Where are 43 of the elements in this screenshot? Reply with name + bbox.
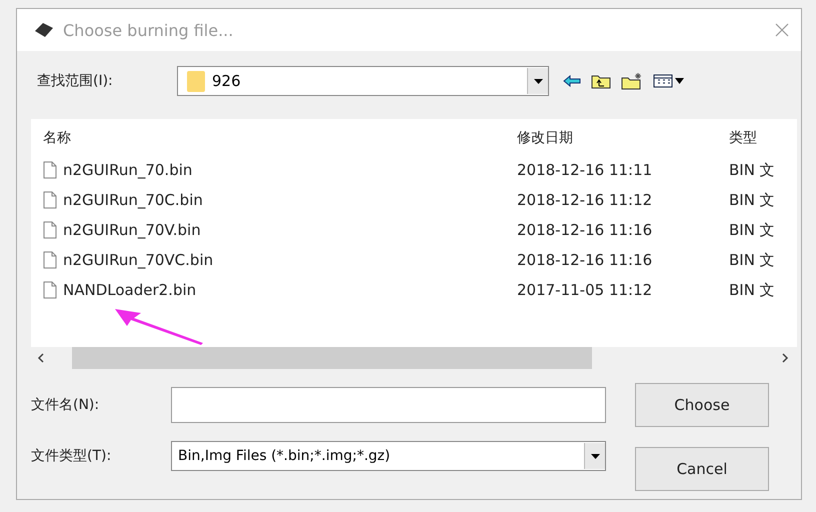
file-type: BIN 文 (729, 280, 776, 300)
file-name-label: 文件名(N): (31, 396, 100, 414)
new-folder-icon[interactable] (621, 72, 643, 90)
modified-date: 2018-12-16 11:16 (517, 221, 654, 239)
file-type: BIN 文 (729, 160, 776, 180)
look-in-dropdown[interactable]: 926 (177, 66, 549, 96)
file-icon (43, 251, 57, 269)
column-header[interactable]: 名称 (43, 129, 517, 155)
file-name[interactable]: n2GUIRun_70.bin (43, 161, 517, 179)
file-name[interactable]: n2GUIRun_70C.bin (43, 191, 517, 209)
file-type: BIN 文 (729, 220, 776, 240)
file-type: BIN 文 (729, 250, 776, 270)
modified-date: 2017-11-05 11:12 (517, 281, 654, 299)
window-title: Choose burning file... (63, 20, 234, 40)
scroll-left-icon[interactable] (37, 353, 44, 363)
modified-date: 2018-12-16 11:11 (517, 161, 654, 179)
file-icon (43, 221, 57, 239)
app-icon (33, 21, 55, 39)
dropdown-arrow-icon[interactable] (534, 78, 542, 84)
file-type-dropdown[interactable]: Bin,Img Files (*.bin;*.img;*.gz) (171, 441, 606, 471)
file-type-label: 文件类型(T): (31, 447, 112, 465)
modified-date: 2018-12-16 11:16 (517, 251, 654, 269)
file-name[interactable]: n2GUIRun_70V.bin (43, 221, 517, 239)
modified-date: 2018-12-16 11:12 (517, 191, 654, 209)
close-icon[interactable] (775, 23, 789, 37)
file-icon (43, 161, 57, 179)
scroll-right-icon[interactable] (782, 353, 789, 363)
file-type: BIN 文 (729, 190, 776, 210)
dropdown-arrow-icon[interactable] (590, 454, 600, 458)
look-in-label: 查找范围(I): (37, 72, 114, 90)
column-header[interactable]: 修改日期 (517, 129, 729, 155)
back-arrow-icon[interactable] (563, 75, 581, 87)
folder-icon (186, 69, 206, 93)
choose-button[interactable]: Choose (635, 383, 769, 427)
column-header[interactable]: 类型 (729, 129, 797, 155)
file-name-field[interactable] (171, 387, 606, 423)
file-icon (43, 281, 57, 299)
file-name[interactable]: NANDLoader2.bin (43, 281, 517, 299)
view-menu-icon[interactable] (653, 74, 685, 88)
file-icon (43, 191, 57, 209)
cancel-button[interactable]: Cancel (635, 447, 769, 491)
file-name[interactable]: n2GUIRun_70VC.bin (43, 251, 517, 269)
up-folder-icon[interactable] (591, 73, 611, 89)
